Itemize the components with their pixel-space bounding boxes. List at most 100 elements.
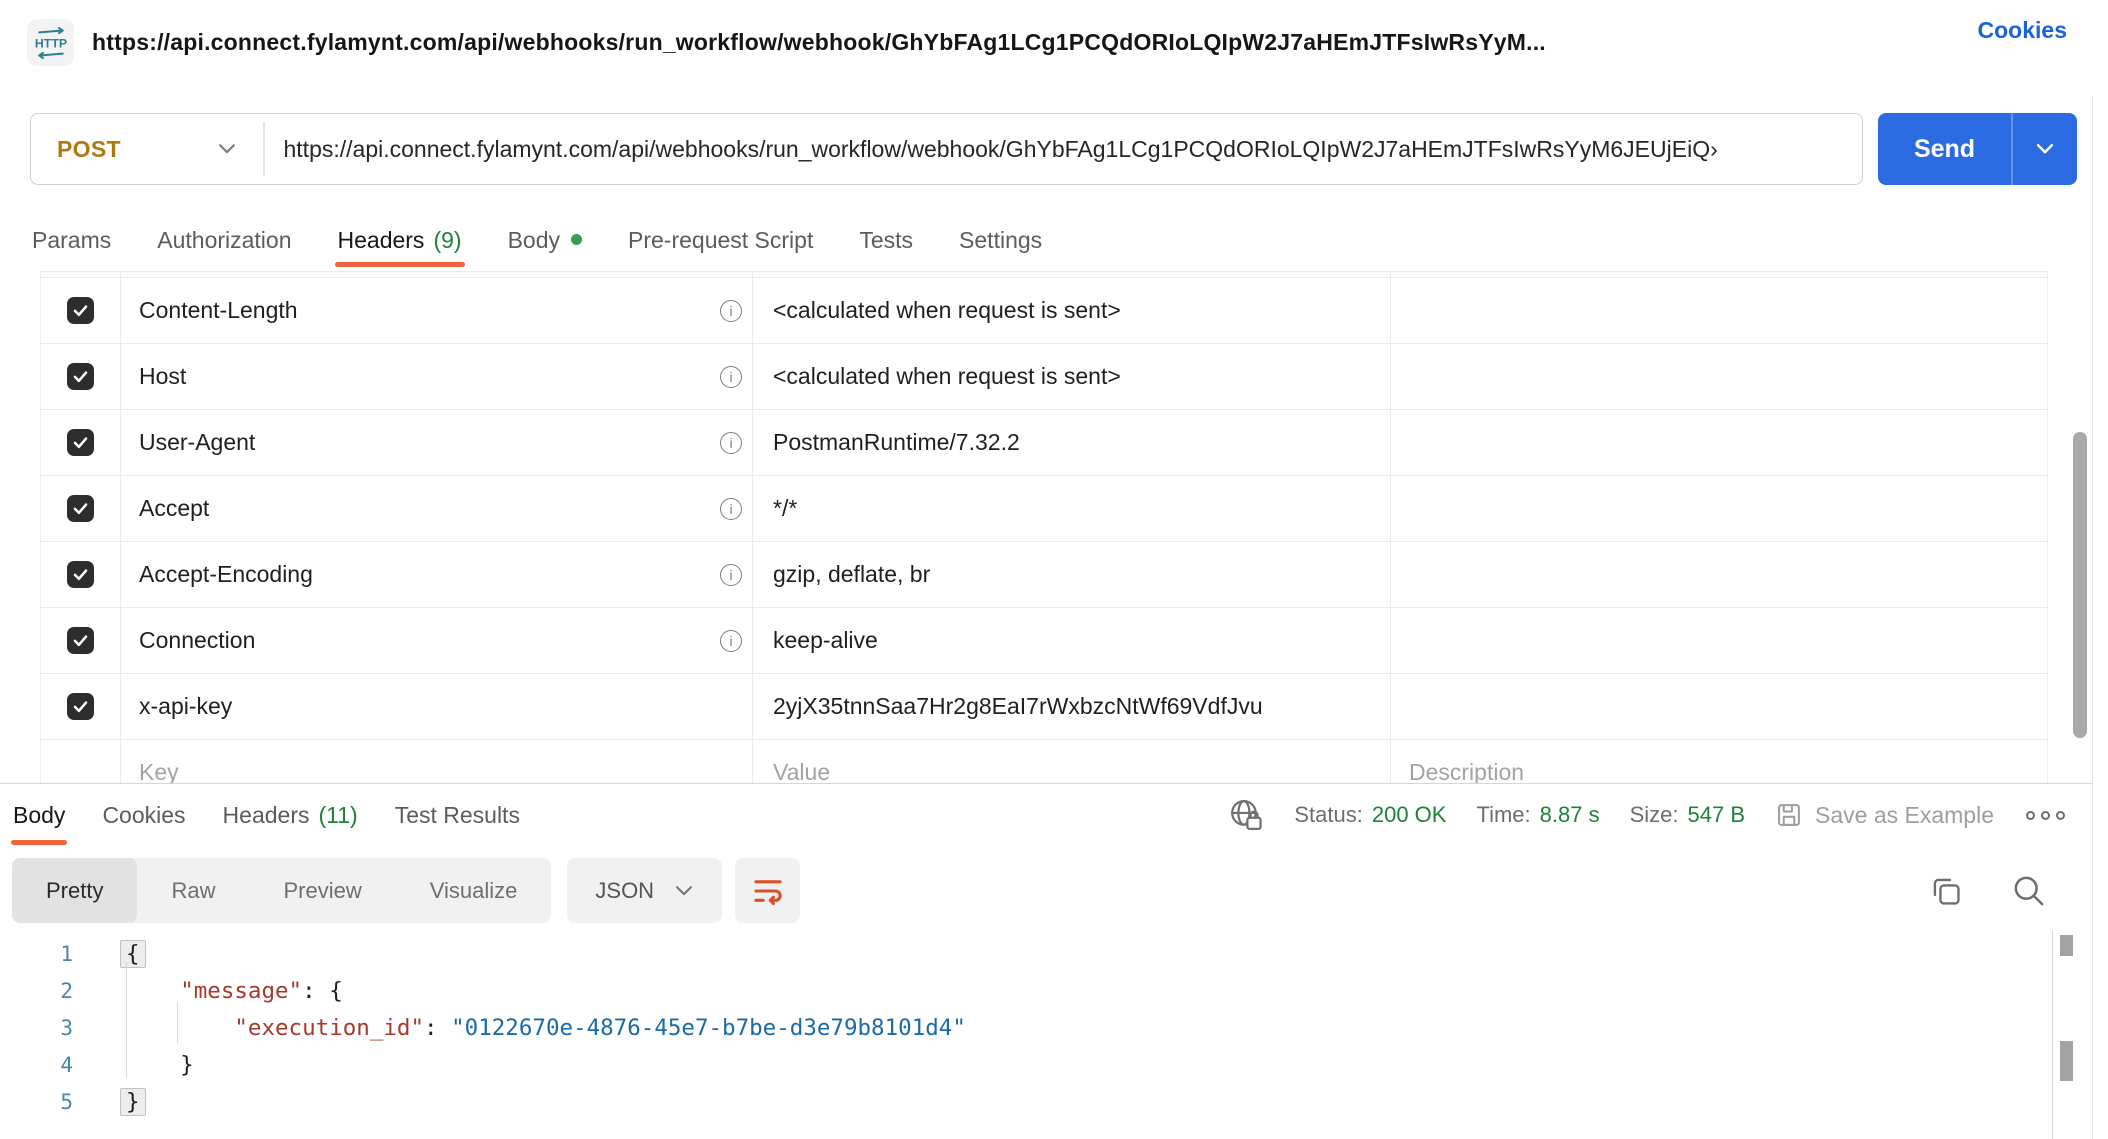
view-tab[interactable]: Pretty [12,858,137,923]
header-enabled-checkbox[interactable] [67,297,94,324]
method-label: POST [57,136,121,163]
code-line: 4 } [0,1046,2092,1083]
request-tab[interactable]: Body [508,210,582,270]
header-description-cell[interactable] [1391,410,2047,475]
header-checkbox-cell [41,542,121,607]
globe-lock-icon[interactable] [1228,797,1264,833]
header-enabled-checkbox[interactable] [67,429,94,456]
header-key-cell[interactable]: Content-Length i [121,278,753,343]
header-value-cell[interactable]: <calculated when request is sent> [753,278,1391,343]
info-icon[interactable]: i [720,498,742,520]
response-tab[interactable]: Body [13,784,65,846]
new-key-input[interactable]: Key [121,740,753,783]
request-tab[interactable]: Tests [859,210,913,270]
response-meta: Status: 200 OK Time: 8.87 s Size: 547 B [1228,784,2067,846]
send-options-dropdown[interactable] [2013,142,2078,156]
code-token: "message" [180,978,302,1004]
save-as-example-label: Save as Example [1815,802,1994,829]
indent-guide [126,962,127,1079]
copy-icon[interactable] [1928,873,1964,909]
header-enabled-checkbox[interactable] [67,693,94,720]
header-enabled-checkbox[interactable] [67,627,94,654]
header-key-cell[interactable]: Host i [121,344,753,409]
search-icon[interactable] [2011,873,2047,909]
header-key-cell[interactable]: Connection i [121,608,753,673]
header-checkbox-cell [41,674,121,739]
new-value-input[interactable]: Value [753,740,1391,783]
request-tab[interactable]: Params [32,210,111,270]
header-value-cell[interactable]: 2yjX35tnnSaa7Hr2g8EaI7rWxbzcNtWf69VdfJvu [753,674,1391,739]
more-options-icon[interactable] [2024,811,2067,820]
header-value-cell[interactable]: PostmanRuntime/7.32.2 [753,410,1391,475]
line-content: "execution_id": "0122670e-4876-45e7-b7be… [120,1015,966,1041]
header-enabled-checkbox[interactable] [67,363,94,390]
request-tab[interactable]: Authorization [157,210,291,270]
request-url-row: POST https://api.connect.fylamynt.com/ap… [0,113,2108,185]
header-checkbox-cell [41,278,121,343]
tab-label: Pre-request Script [628,227,813,254]
wrap-text-button[interactable] [735,858,800,923]
header-enabled-checkbox[interactable] [67,495,94,522]
response-tab[interactable]: Test Results [395,784,520,846]
header-value-cell[interactable]: gzip, deflate, br [753,542,1391,607]
info-icon[interactable]: i [720,630,742,652]
request-tab[interactable]: Pre-request Script [628,210,813,270]
save-as-example-button[interactable]: Save as Example [1775,801,1994,829]
wrap-text-icon [751,874,785,908]
header-description-cell[interactable] [1391,476,2047,541]
send-button[interactable]: Send [1878,113,2077,185]
request-tab[interactable]: Headers (9) [338,210,462,270]
info-icon[interactable]: i [720,300,742,322]
header-key-cell[interactable]: Accept-Encoding i [121,542,753,607]
header-enabled-checkbox[interactable] [67,561,94,588]
header-row: Accept i */* [41,476,2047,542]
response-tab[interactable]: Cookies [102,784,185,846]
info-icon[interactable]: i [720,366,742,388]
view-tab-label: Pretty [46,878,103,904]
header-value-cell[interactable]: <calculated when request is sent> [753,344,1391,409]
header-key: User-Agent [139,429,255,456]
header-row: User-Agent i PostmanRuntime/7.32.2 [41,410,2047,476]
vertical-scrollbar-thumb[interactable] [2073,432,2087,738]
code-token: "0122670e-4876-45e7-b7be-d3e79b8101d4" [451,1015,966,1041]
header-description-cell[interactable] [1391,542,2047,607]
tab-label: Body [508,227,560,254]
header-key-cell[interactable]: User-Agent i [121,410,753,475]
request-title-bar: HTTP https://api.connect.fylamynt.com/ap… [0,0,2108,96]
response-body-toolbar: Pretty Raw Preview Visualize JSON [0,858,2092,923]
header-key-cell[interactable]: Accept i [121,476,753,541]
header-row: Accept-Encoding i gzip, deflate, br [41,542,2047,608]
header-key: Accept [139,495,209,522]
header-description-cell[interactable] [1391,344,2047,409]
info-icon[interactable]: i [720,432,742,454]
tab-label: Cookies [102,802,185,829]
size-label: Size: [1630,802,1679,828]
line-content: } [120,1052,194,1078]
header-key: Accept-Encoding [139,561,313,588]
view-tab[interactable]: Preview [249,858,395,923]
code-line: 2 "message": { [0,972,2092,1009]
url-input[interactable]: https://api.connect.fylamynt.com/api/web… [265,136,1863,163]
header-key: x-api-key [139,693,232,720]
status-metric: Status: 200 OK [1294,802,1446,828]
response-tab[interactable]: Headers (11) [223,784,358,846]
new-header-row: Key Value Description [41,740,2047,783]
header-key-cell[interactable]: x-api-key i [121,674,753,739]
code-scrollbar-thumb[interactable] [2060,935,2073,956]
header-value-cell[interactable]: keep-alive [753,608,1391,673]
code-scrollbar-mark[interactable] [2060,1041,2073,1081]
header-value-cell[interactable]: */* [753,476,1391,541]
send-button-label: Send [1878,135,2011,164]
info-icon[interactable]: i [720,564,742,586]
view-tab[interactable]: Raw [137,858,249,923]
header-description-cell[interactable] [1391,278,2047,343]
method-selector[interactable]: POST [31,136,263,163]
header-description-cell[interactable] [1391,674,2047,739]
code-token: : [424,1015,451,1041]
format-selector[interactable]: JSON [567,858,722,923]
header-description-cell[interactable] [1391,608,2047,673]
cookies-link[interactable]: Cookies [1978,0,2067,60]
view-tab[interactable]: Visualize [396,858,552,923]
request-tab[interactable]: Settings [959,210,1042,270]
new-description-input[interactable]: Description [1391,740,2047,783]
